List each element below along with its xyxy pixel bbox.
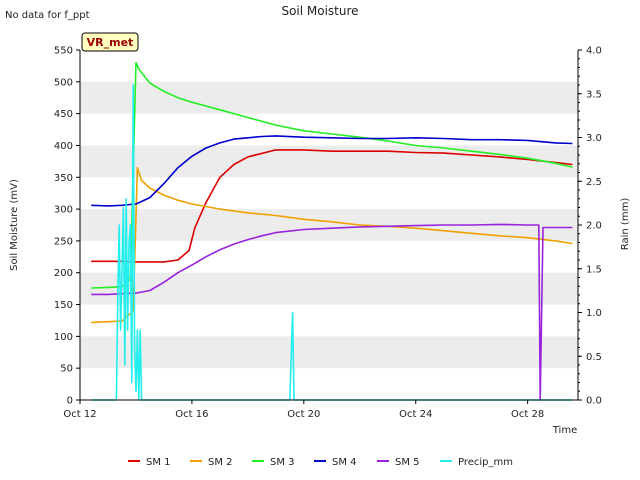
x-tick-label: Oct 16 xyxy=(175,409,208,420)
no-data-note: No data for f_ppt xyxy=(5,10,90,21)
legend-label: SM 5 xyxy=(395,457,420,468)
y-tick-label: 400 xyxy=(54,141,73,152)
legend-label: Precip_mm xyxy=(458,457,513,468)
x-tick-label: Oct 12 xyxy=(63,409,96,420)
chart-title: Soil Moisture xyxy=(281,4,358,18)
legend-label: SM 2 xyxy=(208,457,233,468)
x-tick-label: Oct 20 xyxy=(287,409,320,420)
soil-moisture-chart: Oct 12 Oct 16 Oct 20 Oct 24 Oct 28 0 50 100 150… xyxy=(5,4,631,468)
y-tick-label: 50 xyxy=(60,364,73,375)
y-ticks: 0 50 100 150 200 250 300 350 400 450 500 550 xyxy=(54,46,80,407)
y2-tick-label: 2.0 xyxy=(586,221,602,232)
y-axis-label: Soil Moisture (mV) xyxy=(9,179,20,271)
x-tick-label: Oct 28 xyxy=(511,409,544,420)
y-tick-label: 300 xyxy=(54,205,73,216)
y2-tick-label: 3.5 xyxy=(586,89,602,100)
grid-band xyxy=(80,336,578,369)
y2-ticks: 0.0 0.5 1.0 1.5 2.0 2.5 3.0 3.5 4.0 xyxy=(578,46,602,407)
y2-axis-label: Rain (mm) xyxy=(620,198,631,251)
legend-label: SM 1 xyxy=(146,457,171,468)
vr-met-badge-label: VR_met xyxy=(87,36,134,49)
grid-band xyxy=(80,272,578,305)
x-ticks: Oct 12 Oct 16 Oct 20 Oct 24 Oct 28 xyxy=(63,400,544,420)
y-tick-label: 200 xyxy=(54,268,73,279)
y2-tick-label: 1.5 xyxy=(586,264,602,275)
y-tick-label: 450 xyxy=(54,109,73,120)
y2-tick-label: 0.0 xyxy=(586,396,602,407)
y2-tick-label: 3.0 xyxy=(586,133,602,144)
y2-tick-label: 0.5 xyxy=(586,352,602,363)
legend-label: SM 3 xyxy=(270,457,295,468)
legend: SM 1 SM 2 SM 3 SM 4 SM 5 Precip_mm xyxy=(128,457,513,468)
grid-band xyxy=(80,145,578,178)
legend-label: SM 4 xyxy=(332,457,357,468)
y2-tick-label: 1.0 xyxy=(586,308,602,319)
x-tick-label: Oct 24 xyxy=(399,409,432,420)
y-tick-label: 150 xyxy=(54,300,73,311)
series-line-sm-5 xyxy=(91,223,573,401)
vr-met-badge: VR_met xyxy=(81,32,139,52)
y2-tick-label: 2.5 xyxy=(586,177,602,188)
y-tick-label: 500 xyxy=(54,77,73,88)
y-tick-label: 0 xyxy=(67,396,73,407)
y2-tick-label: 4.0 xyxy=(586,46,602,57)
y-tick-label: 100 xyxy=(54,332,73,343)
y-tick-label: 250 xyxy=(54,236,73,247)
y-tick-label: 550 xyxy=(54,46,73,57)
y-tick-label: 350 xyxy=(54,173,73,184)
x-axis-label: Time xyxy=(552,425,577,436)
